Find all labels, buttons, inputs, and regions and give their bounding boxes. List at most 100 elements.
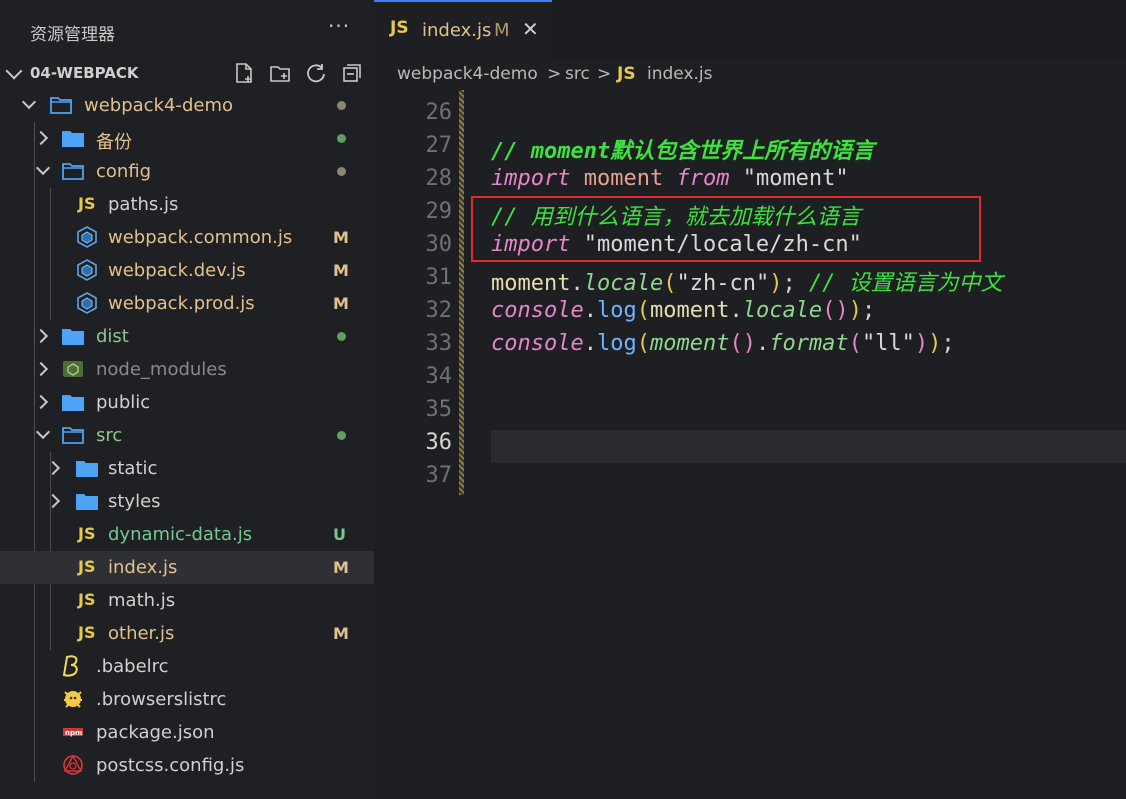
tree-item-index-js[interactable]: JS index.js M — [0, 551, 374, 584]
identifier: moment — [649, 331, 730, 356]
webpack-icon — [76, 259, 98, 281]
editor-tab-bar: JS index.js M ✕ — [374, 0, 1126, 58]
tree-item-label: postcss.config.js — [96, 755, 245, 776]
close-icon[interactable]: ✕ — [522, 17, 539, 41]
tree-item-webpack-prod-js[interactable]: webpack.prod.js M — [0, 287, 374, 320]
more-actions-icon[interactable]: ··· — [328, 14, 350, 38]
npm-icon: npm — [62, 721, 84, 743]
breadcrumb-separator: > — [547, 64, 562, 84]
line-number: 30 — [425, 232, 453, 257]
git-status-badge: M — [333, 261, 349, 280]
code-line-27: // moment默认包含世界上所有的语言 — [491, 133, 874, 165]
javascript-file-icon: JS — [78, 557, 96, 576]
folder-icon — [62, 328, 84, 345]
breadcrumb-separator: > — [597, 64, 612, 84]
tree-item-babelrc[interactable]: .babelrc — [0, 650, 374, 683]
code-line-32: console.log(moment.locale()); — [491, 298, 876, 323]
tree-item-config[interactable]: config — [0, 155, 374, 188]
line-number: 33 — [425, 331, 453, 356]
tree-item-static[interactable]: static — [0, 452, 374, 485]
string: "zh-cn" — [676, 271, 770, 296]
tree-item-paths-js[interactable]: JS paths.js — [0, 188, 374, 221]
svg-text:npm: npm — [65, 729, 82, 737]
chevron-right-icon — [33, 394, 49, 410]
tree-item-node-modules[interactable]: node_modules — [0, 353, 374, 386]
tree-item-public[interactable]: public — [0, 386, 374, 419]
line-number: 35 — [425, 397, 453, 422]
folder-icon — [62, 394, 84, 411]
tree-item-label: webpack4-demo — [84, 95, 233, 116]
code-line-28: import moment from "moment" — [491, 166, 849, 191]
folder-icon — [62, 130, 84, 147]
new-folder-icon[interactable] — [269, 62, 291, 84]
chevron-down-icon — [21, 94, 37, 110]
tree-item-label: dist — [96, 326, 129, 347]
line-number: 28 — [425, 166, 453, 191]
identifier: moment — [649, 298, 730, 323]
method: log — [596, 298, 637, 323]
tree-item-dist[interactable]: dist — [0, 320, 374, 353]
tree-item-webpack-dev-js[interactable]: webpack.dev.js M — [0, 254, 374, 287]
identifier: moment — [583, 166, 664, 191]
tree-item-label: webpack.common.js — [108, 227, 293, 248]
git-status-badge: M — [333, 558, 349, 577]
git-status-badge: M — [333, 294, 349, 313]
tree-item-dynamic-data-js[interactable]: JS dynamic-data.js U — [0, 518, 374, 551]
tree-item-other-js[interactable]: JS other.js M — [0, 617, 374, 650]
tree-item-label: index.js — [108, 557, 178, 578]
code-editor[interactable]: 26 27 28 29 30 31 32 33 34 35 36 37 // moment默认包含世界… — [374, 90, 1126, 799]
line-number: 31 — [425, 265, 453, 290]
tree-item-styles[interactable]: styles — [0, 485, 374, 518]
webpack-icon — [76, 226, 98, 248]
code-line-31: moment.locale("zh-cn"); // 设置语言为中文 — [491, 271, 1003, 296]
javascript-file-icon: JS — [78, 590, 96, 609]
explorer-header: 资源管理器 ··· — [0, 0, 374, 56]
method: log — [596, 331, 637, 356]
tree-item-label: webpack.prod.js — [108, 293, 255, 314]
javascript-file-icon: JS — [78, 524, 96, 543]
tree-item-label: node_modules — [96, 359, 227, 380]
tree-item-label: .babelrc — [96, 656, 169, 677]
tree-item-label: config — [96, 161, 152, 182]
line-number: 36 — [425, 430, 453, 455]
tree-item-label: public — [96, 392, 151, 413]
folder-icon — [76, 493, 98, 510]
webpack-icon — [76, 292, 98, 314]
tree-item-label: styles — [108, 491, 161, 512]
folder-icon — [50, 97, 72, 114]
breadcrumb-file[interactable]: index.js — [647, 64, 713, 84]
tree-item-label: dynamic-data.js — [108, 524, 253, 545]
tab-index-js[interactable]: JS index.js M ✕ — [374, 0, 552, 58]
current-line-highlight — [491, 430, 1126, 463]
tree-item-browserslistrc[interactable]: .browserslistrc — [0, 683, 374, 716]
tree-item-postcss-config-js[interactable]: postcss.config.js — [0, 749, 374, 782]
tree-item-webpack4-demo[interactable]: webpack4-demo — [0, 89, 374, 122]
folder-icon — [62, 163, 84, 180]
collapse-all-icon[interactable] — [341, 62, 363, 84]
tree-item-[interactable]: 备份 — [0, 122, 374, 155]
tree-item-package-json[interactable]: npm package.json — [0, 716, 374, 749]
tree-item-webpack-common-js[interactable]: webpack.common.js M — [0, 221, 374, 254]
new-file-icon[interactable] — [233, 62, 255, 84]
tree-item-math-js[interactable]: JS math.js — [0, 584, 374, 617]
git-status-badge: U — [333, 525, 346, 544]
postcss-icon — [62, 754, 84, 776]
explorer-sidebar: 资源管理器 ··· 04-WEBPACK webpack4-demo 备份 conf… — [0, 0, 374, 799]
line-number: 32 — [425, 298, 453, 323]
tree-item-src[interactable]: src — [0, 419, 374, 452]
browserslist-icon — [62, 688, 84, 710]
folder-icon — [62, 427, 84, 444]
chevron-right-icon — [33, 328, 49, 344]
breadcrumb-project[interactable]: webpack4-demo — [397, 64, 538, 84]
explorer-title: 资源管理器 — [30, 25, 115, 45]
comment: // 设置语言为中文 — [808, 271, 1003, 296]
tree-item-label: 备份 — [96, 132, 132, 153]
identifier: console — [491, 298, 584, 323]
refresh-icon[interactable] — [305, 62, 327, 84]
folder-icon — [76, 460, 98, 477]
chevron-down-icon — [5, 62, 23, 80]
tree-item-label: webpack.dev.js — [108, 260, 246, 281]
chevron-right-icon — [33, 130, 49, 146]
breadcrumb-folder[interactable]: src — [565, 64, 590, 84]
line-number: 26 — [425, 100, 453, 125]
